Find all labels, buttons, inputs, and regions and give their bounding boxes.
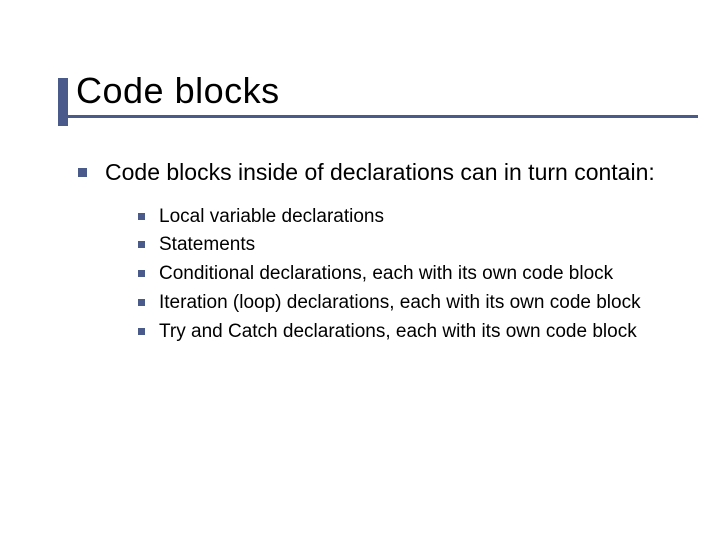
square-bullet-icon [138,328,145,335]
list-item-text: Conditional declarations, each with its … [159,262,613,287]
square-bullet-icon [138,270,145,277]
slide-body: Code blocks inside of declarations can i… [70,140,670,344]
list-item: Local variable declarations [138,205,670,230]
list-item-text: Try and Catch declarations, each with it… [159,320,637,345]
list-item-text: Statements [159,233,255,258]
list-item: Try and Catch declarations, each with it… [138,320,670,345]
title-accent-bar [58,78,68,126]
title-underline [58,115,698,118]
list-item: Conditional declarations, each with its … [138,262,670,287]
square-bullet-icon [138,241,145,248]
title-container: Code blocks [70,70,670,112]
intro-item: Code blocks inside of declarations can i… [78,158,670,187]
list-item: Iteration (loop) declarations, each with… [138,291,670,316]
square-bullet-icon [138,213,145,220]
list-item: Statements [138,233,670,258]
list-item-text: Iteration (loop) declarations, each with… [159,291,641,316]
list-item-text: Local variable declarations [159,205,384,230]
intro-text: Code blocks inside of declarations can i… [105,158,655,187]
square-bullet-icon [78,168,87,177]
sub-list: Local variable declarations Statements C… [78,201,670,344]
square-bullet-icon [138,299,145,306]
slide-title: Code blocks [70,70,670,112]
slide: Code blocks Code blocks inside of declar… [0,0,720,388]
